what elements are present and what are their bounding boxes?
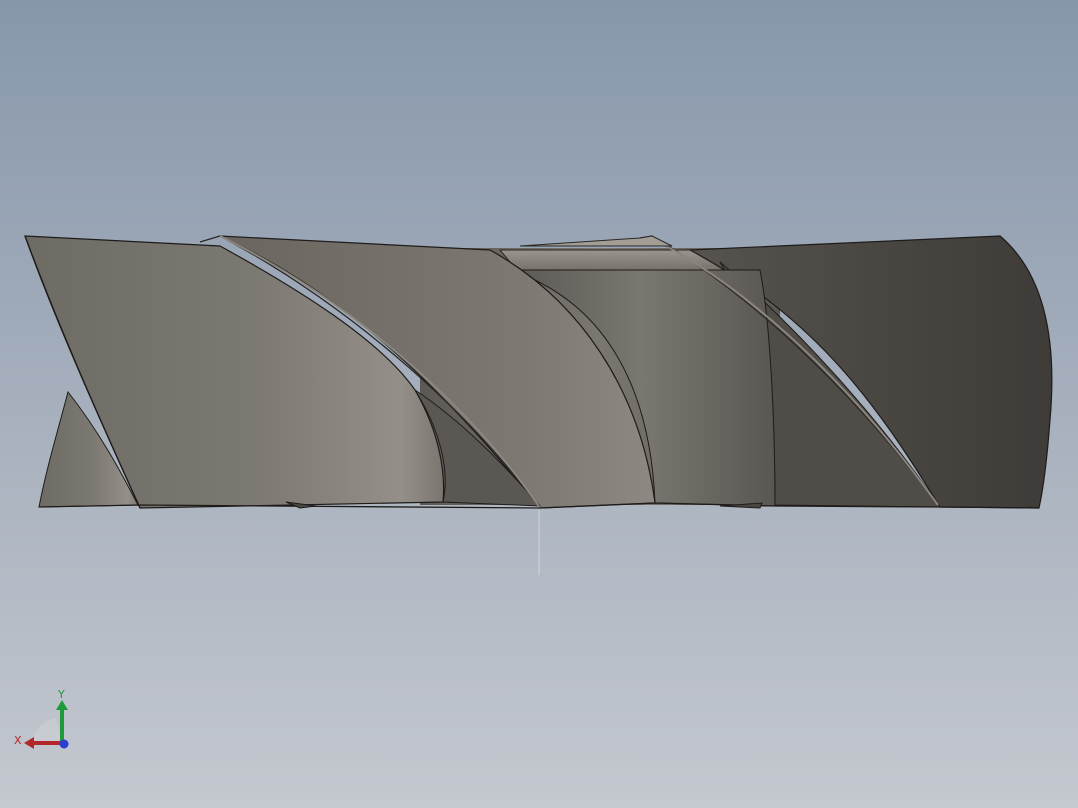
y-axis-arrowhead-icon [56,700,68,710]
helical-flute-model[interactable] [0,0,1078,808]
view-orientation-triad[interactable]: Y X [10,686,80,756]
triad-plane-icon [32,718,62,742]
x-axis-label: X [14,734,22,747]
x-axis-arrowhead-icon [24,737,34,749]
y-axis-label: Y [57,688,65,701]
graphics-viewport[interactable]: Y X [0,0,1078,808]
z-axis-dot-icon [59,739,69,749]
top-lip-center[interactable] [519,235,673,247]
